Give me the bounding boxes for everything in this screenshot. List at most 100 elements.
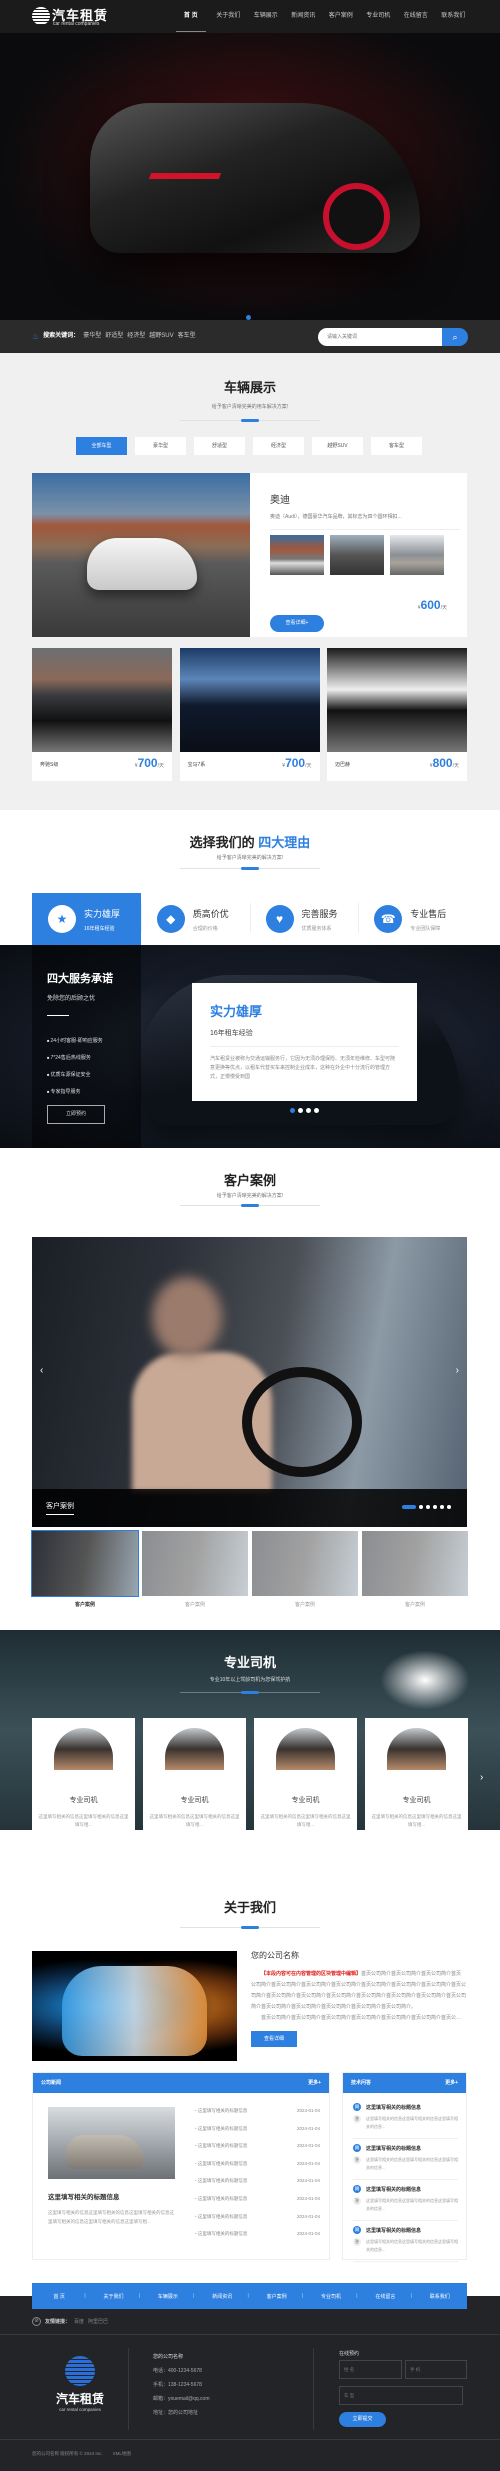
case-thumbnail[interactable]: 客户案例 [362, 1531, 468, 1608]
nav-item[interactable]: 车辆展示 [247, 0, 285, 33]
news-title[interactable]: 这里填写相关的标题信息 [195, 2161, 248, 2179]
news-item[interactable]: 这里填写相关的标题信息 2024-01-04 [195, 2178, 320, 2196]
slider-dot[interactable] [314, 1108, 319, 1113]
slider-dot[interactable] [426, 1505, 430, 1509]
reason-tab[interactable]: ☎ 专业售后 专业团队保障 [358, 893, 467, 945]
search-keyword[interactable]: 越野SUV [149, 320, 173, 353]
submit-button[interactable]: 立即提交 [339, 2412, 386, 2427]
slider-dot[interactable] [419, 1505, 423, 1509]
question-text[interactable]: 这里填写相关的标题信息 [366, 2227, 421, 2234]
nav-item[interactable]: 关于我们 [210, 0, 248, 33]
vehicle-card[interactable]: 迈巴赫 ¥800/天 [327, 648, 467, 781]
footer-nav-item[interactable]: 关于我们 [84, 2293, 140, 2300]
news-featured-title[interactable]: 这里填写相关的标题信息 [48, 2191, 120, 2201]
thumbnail[interactable] [390, 535, 444, 575]
nav-item[interactable]: 首 页 [172, 0, 210, 33]
footer-nav-item[interactable]: 在线留言 [356, 2293, 412, 2300]
thumbnail[interactable] [330, 535, 384, 575]
vehicle-tab[interactable]: 全部车型 [76, 437, 127, 455]
featured-vehicle-image[interactable] [32, 473, 250, 637]
slider-dot[interactable] [298, 1108, 303, 1113]
about-details-button[interactable]: 查看详细 [251, 2031, 297, 2047]
case-thumbnail[interactable]: 客户案例 [31, 1530, 139, 1608]
search-input[interactable] [318, 328, 444, 346]
view-details-button[interactable]: 查看详细+ [270, 615, 324, 632]
news-title[interactable]: 这里填写相关的标题信息 [195, 2143, 248, 2161]
vehicle-tab[interactable]: 舒适型 [194, 437, 245, 455]
question-text[interactable]: 这里填写相关的标题信息 [366, 2104, 421, 2111]
news-title[interactable]: 这里填写相关的标题信息 [195, 2231, 248, 2249]
reason-tab[interactable]: ★ 实力雄厚 16年租车经验 [32, 893, 141, 950]
news-title[interactable]: 这里填写相关的标题信息 [195, 2178, 248, 2196]
search-keyword[interactable]: 客车型 [178, 320, 196, 353]
footer-nav-item[interactable]: 首 页 [32, 2293, 86, 2300]
nav-item[interactable]: 联系我们 [435, 0, 473, 33]
vehicle-tab[interactable]: 客车型 [371, 437, 422, 455]
vehicle-card[interactable]: 宝马7系 ¥700/天 [179, 648, 320, 781]
driver-card[interactable]: 专业司机 这里填写相关的信息这里填写相关的信息这里填写相... [365, 1718, 468, 1830]
nav-item[interactable]: 新闻资讯 [285, 0, 323, 33]
question[interactable]: 问这里填写相关的标题信息 [353, 2226, 458, 2234]
vehicle-tab[interactable]: 越野SUV [312, 437, 363, 455]
book-now-button[interactable]: 立即预约 [47, 1105, 105, 1124]
question-text[interactable]: 这里填写相关的标题信息 [366, 2145, 421, 2152]
qa-item[interactable]: 问这里填写相关的标题信息答这里填写相关的信息这里填写相关的信息这里填写相关的信息… [353, 2098, 458, 2139]
news-item[interactable]: 这里填写相关的标题信息 2024-01-04 [195, 2161, 320, 2179]
slider-dot[interactable] [290, 1108, 295, 1113]
footer-nav-item[interactable]: 专业司机 [302, 2293, 358, 2300]
slider-dot[interactable] [306, 1108, 311, 1113]
vehicle-image[interactable] [32, 648, 172, 752]
slider-dot[interactable] [440, 1505, 444, 1509]
footer-nav-item[interactable]: 车辆展示 [139, 2293, 195, 2300]
news-title[interactable]: 这里填写相关的标题信息 [195, 2214, 248, 2232]
more-link[interactable]: 更多+ [308, 2073, 321, 2093]
car-type-input[interactable] [339, 2386, 463, 2405]
nav-item[interactable]: 专业司机 [360, 0, 398, 33]
slider-dot[interactable] [433, 1505, 437, 1509]
case-thumbnail-image[interactable] [252, 1531, 358, 1596]
nav-item[interactable]: 客户案例 [322, 0, 360, 33]
search-keyword[interactable]: 舒适型 [105, 320, 123, 353]
reason-tab[interactable]: ◆ 质高价优 合理的价格 [140, 893, 250, 945]
question[interactable]: 问这里填写相关的标题信息 [353, 2144, 458, 2152]
news-title[interactable]: 这里填写相关的标题信息 [195, 2108, 248, 2126]
question-text[interactable]: 这里填写相关的标题信息 [366, 2186, 421, 2193]
vehicle-card[interactable]: 奔驰S级 ¥700/天 [32, 648, 172, 781]
prev-arrow-icon[interactable]: ‹ [40, 1365, 43, 1376]
case-main-image[interactable]: ‹ › 客户案例 [32, 1237, 467, 1527]
nav-item[interactable]: 在线留言 [397, 0, 435, 33]
next-arrow-icon[interactable]: › [480, 1772, 483, 1783]
footer-nav-item[interactable]: 联系我们 [411, 2293, 467, 2300]
case-thumbnail-image[interactable] [142, 1531, 248, 1596]
friendly-link[interactable]: 百度 [74, 2318, 84, 2325]
question[interactable]: 问这里填写相关的标题信息 [353, 2103, 458, 2111]
reason-tab[interactable]: ♥ 完善服务 优质服务体系 [249, 893, 359, 945]
news-item[interactable]: 这里填写相关的标题信息 2024-01-04 [195, 2143, 320, 2161]
vehicle-tab[interactable]: 豪华型 [135, 437, 186, 455]
more-link[interactable]: 更多+ [445, 2073, 458, 2093]
driver-card[interactable]: 专业司机 这里填写相关的信息这里填写相关的信息这里填写相... [143, 1718, 246, 1830]
news-image[interactable] [48, 2107, 175, 2179]
vehicle-tab[interactable]: 经济型 [253, 437, 304, 455]
news-title[interactable]: 这里填写相关的标题信息 [195, 2196, 248, 2214]
sitemap-link[interactable]: XML地图 [113, 2451, 131, 2457]
qa-item[interactable]: 问这里填写相关的标题信息答这里填写相关的信息这里填写相关的信息这里填写相关的信息… [353, 2139, 458, 2180]
search-button[interactable]: ⌕ [442, 328, 468, 346]
qa-item[interactable]: 问这里填写相关的标题信息答这里填写相关的信息这里填写相关的信息这里填写相关的信息… [353, 2221, 458, 2262]
slider-dot[interactable] [402, 1505, 416, 1509]
featured-vehicle-name[interactable]: 奥迪 [270, 491, 290, 506]
case-thumbnail-image[interactable] [31, 1530, 139, 1597]
vehicle-image[interactable] [179, 648, 320, 752]
thumbnail[interactable] [270, 535, 324, 575]
vehicle-image[interactable] [327, 648, 467, 752]
news-item[interactable]: 这里填写相关的标题信息 2024-01-04 [195, 2214, 320, 2232]
news-item[interactable]: 这里填写相关的标题信息 2024-01-04 [195, 2108, 320, 2126]
search-keyword[interactable]: 经济型 [127, 320, 145, 353]
news-item[interactable]: 这里填写相关的标题信息 2024-01-04 [195, 2196, 320, 2214]
phone-input[interactable] [405, 2360, 467, 2379]
driver-card[interactable]: 专业司机 这里填写相关的信息这里填写相关的信息这里填写相... [32, 1718, 135, 1830]
news-item[interactable]: 这里填写相关的标题信息 2024-01-04 [195, 2126, 320, 2144]
footer-nav-item[interactable]: 新闻资讯 [193, 2293, 249, 2300]
search-keyword[interactable]: 豪华型 [83, 320, 101, 353]
slider-dot[interactable] [447, 1505, 451, 1509]
